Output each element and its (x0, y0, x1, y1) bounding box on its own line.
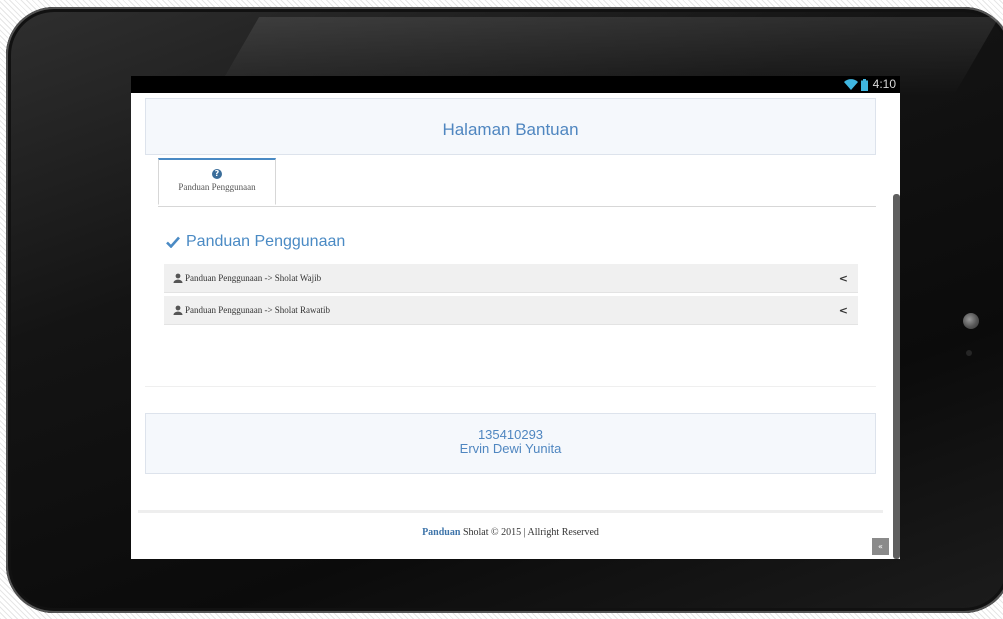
battery-icon (860, 78, 868, 91)
footer: Panduan Sholat © 2015 | Allright Reserve… (138, 510, 883, 559)
tab-panduan-penggunaan[interactable]: ? Panduan Penggunaan (158, 158, 276, 205)
device-screen: 4:10 Halaman Bantuan ? Panduan Penggunaa… (131, 76, 900, 559)
proximity-sensor (966, 350, 972, 356)
status-clock: 4:10 (872, 77, 896, 91)
status-bar: 4:10 (131, 76, 900, 93)
footer-text: Sholat © 2015 | Allright Reserved (460, 527, 599, 538)
page-title: Halaman Bantuan (145, 98, 876, 155)
section-title-text: Panduan Penggunaan (186, 233, 346, 250)
user-icon (173, 273, 183, 283)
question-circle-icon: ? (212, 169, 222, 179)
scrollbar[interactable] (893, 194, 900, 559)
tab-bar: ? Panduan Penggunaan (158, 158, 876, 207)
tab-label: Panduan Penggunaan (178, 182, 256, 192)
chevron-left-icon[interactable]: < (839, 272, 848, 285)
footer-brand-link[interactable]: Panduan (422, 527, 460, 538)
status-icons: 4:10 (843, 76, 896, 93)
check-icon (166, 236, 180, 248)
author-name: Ervin Dewi Yunita (459, 441, 562, 456)
accordion-item-label: Panduan Penggunaan -> Sholat Rawatib (185, 305, 331, 315)
wifi-icon (843, 79, 858, 90)
accordion-item-label: Panduan Penggunaan -> Sholat Wajib (185, 273, 322, 283)
accordion-item-sholat-rawatib[interactable]: Panduan Penggunaan -> Sholat Rawatib < (164, 296, 858, 325)
camera-lens (963, 313, 979, 329)
accordion-item-sholat-wajib[interactable]: Panduan Penggunaan -> Sholat Wajib < (164, 264, 858, 293)
author-info-panel: 135410293 Ervin Dewi Yunita (145, 413, 876, 474)
chevron-left-icon[interactable]: < (839, 304, 848, 317)
user-icon (173, 305, 183, 315)
section-title: Panduan Penggunaan (166, 233, 345, 251)
author-id: 135410293 (477, 427, 544, 442)
help-content: Panduan Penggunaan Panduan Penggunaan ->… (145, 206, 876, 387)
scroll-to-top-button[interactable]: « (872, 538, 889, 555)
